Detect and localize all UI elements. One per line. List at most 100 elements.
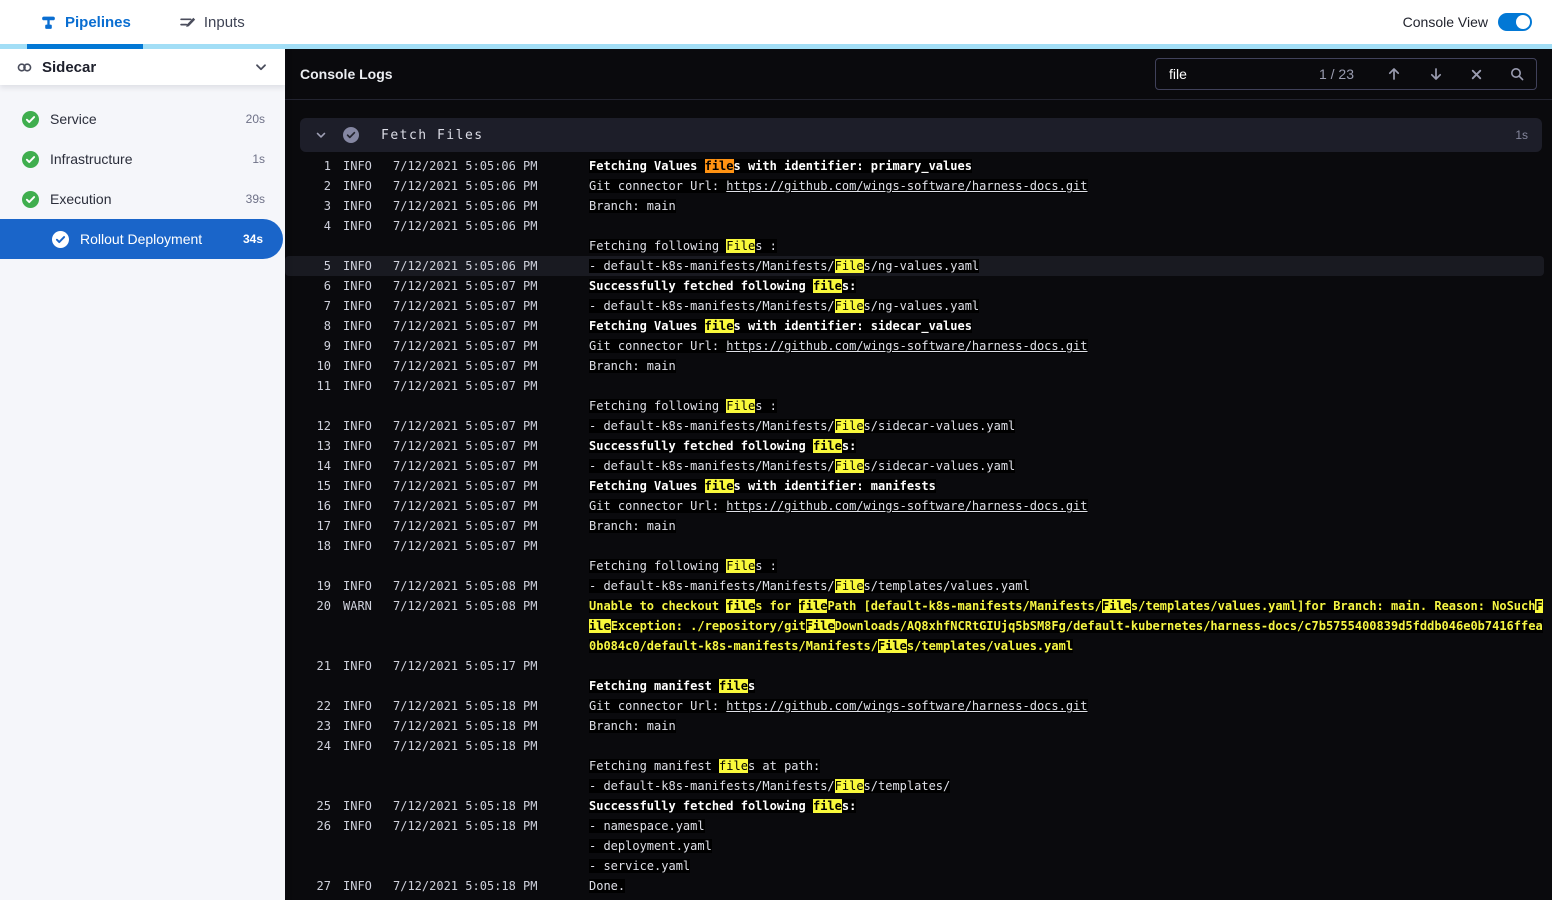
log-line-number: 6 [323, 279, 331, 293]
log-timestamp: 7/12/2021 5:05:07 PM [393, 519, 538, 533]
log-timestamp [393, 396, 577, 416]
log-text: Done. [589, 879, 626, 893]
log-line-number: 16 [316, 499, 331, 513]
log-row[interactable]: 22 INFO 7/12/2021 5:05:18 PM Git connector … [285, 696, 1544, 716]
log-line-number: 26 [316, 819, 331, 833]
log-row[interactable]: 27 INFO 7/12/2021 5:05:18 PM Done. [285, 876, 1544, 896]
collapse-chevron-icon[interactable] [314, 128, 328, 142]
log-row[interactable]: 14 INFO 7/12/2021 5:05:07 PM - default-k8s-… [285, 456, 1544, 476]
log-text: Branch: main [589, 359, 676, 373]
log-row[interactable]: Fetching following Files : [285, 556, 1544, 576]
log-message: Fetching Values files with identifier: m… [589, 476, 1544, 496]
log-text: Successfully fetched following [589, 279, 813, 293]
log-level: INFO [343, 379, 372, 393]
log-row[interactable]: 15 INFO 7/12/2021 5:05:07 PM Fetching Value… [285, 476, 1544, 496]
previous-match-icon[interactable] [1386, 66, 1402, 82]
log-row[interactable]: 10 INFO 7/12/2021 5:05:07 PM Branch: main [285, 356, 1544, 376]
log-row[interactable]: 1 INFO 7/12/2021 5:05:06 PM Fetching Values… [285, 156, 1544, 176]
sidebar-item-infrastructure[interactable]: Infrastructure 1s [0, 139, 285, 179]
log-row[interactable]: Fetching following Files : [285, 236, 1544, 256]
log-link[interactable]: https://github.com/wings-software/harnes… [726, 699, 1088, 713]
log-text: Successfully fetched following [589, 799, 813, 813]
log-message: Successfully fetched following files: [589, 436, 1544, 456]
log-message: - default-k8s-manifests/Manifests/Files/… [589, 416, 1544, 436]
chevron-down-icon[interactable] [253, 59, 269, 75]
log-text: - default-k8s-manifests/Manifests/ [589, 259, 835, 273]
log-row[interactable]: 6 INFO 7/12/2021 5:05:07 PM Successfully fe… [285, 276, 1544, 296]
log-row[interactable]: 4 INFO 7/12/2021 5:05:06 PM [285, 216, 1544, 236]
log-level: INFO [343, 819, 372, 833]
log-link[interactable]: https://github.com/wings-software/harnes… [726, 179, 1088, 193]
log-text: Fetching Values [589, 479, 705, 493]
log-row[interactable]: - default-k8s-manifests/Manifests/Files/… [285, 776, 1544, 796]
log-text: - default-k8s-manifests/Manifests/ [589, 419, 835, 433]
log-text: Branch: main [589, 719, 676, 733]
sidebar-item-service[interactable]: Service 20s [0, 99, 285, 139]
search-icon[interactable] [1509, 66, 1525, 82]
sidebar-item-rollout-deployment[interactable]: Rollout Deployment 34s [0, 219, 283, 259]
log-row[interactable]: 16 INFO 7/12/2021 5:05:07 PM Git connector … [285, 496, 1544, 516]
log-row[interactable]: 13 INFO 7/12/2021 5:05:07 PM Successfully f… [285, 436, 1544, 456]
tab-pipelines[interactable]: Pipelines [40, 14, 131, 31]
search-match: File [834, 419, 864, 433]
log-message: Branch: main [589, 516, 1544, 536]
log-row[interactable]: 24 INFO 7/12/2021 5:05:18 PM [285, 736, 1544, 756]
log-text: Fetching Values [589, 159, 705, 173]
status-success-icon [22, 110, 39, 128]
stage-header-sidecar[interactable]: Sidecar [0, 49, 285, 85]
log-row[interactable]: 9 INFO 7/12/2021 5:05:07 PM Git connector U… [285, 336, 1544, 356]
log-row[interactable]: 21 INFO 7/12/2021 5:05:17 PM [285, 656, 1544, 676]
top-navigation: Pipelines Inputs Console View [0, 0, 1552, 44]
log-row[interactable]: Fetching following Files : [285, 396, 1544, 416]
log-level: INFO [343, 279, 372, 293]
console-header: Console Logs 1 / 23 [285, 49, 1552, 100]
log-message: Git connector Url: https://github.com/wi… [589, 336, 1544, 356]
step-success-icon [343, 127, 359, 143]
log-row[interactable]: 25 INFO 7/12/2021 5:05:18 PM Successfully f… [285, 796, 1544, 816]
console-view-toggle[interactable] [1498, 13, 1532, 31]
log-timestamp: 7/12/2021 5:05:07 PM [393, 279, 538, 293]
log-row[interactable]: 5 INFO 7/12/2021 5:05:06 PM - default-k8s-m… [285, 256, 1544, 276]
search-match: File [726, 559, 756, 573]
search-input[interactable] [1167, 65, 1319, 83]
sidebar-item-execution[interactable]: Execution 39s [0, 179, 285, 219]
search-match: File [834, 459, 864, 473]
log-group-fetch-files[interactable]: Fetch Files 1s [300, 118, 1542, 152]
log-row[interactable]: 2 INFO 7/12/2021 5:05:06 PM Git connector U… [285, 176, 1544, 196]
log-row[interactable]: 20 WARN 7/12/2021 5:05:08 PM Unable to chec… [285, 596, 1544, 656]
log-message: Git connector Url: https://github.com/wi… [589, 496, 1544, 516]
log-row[interactable]: Fetching manifest files [285, 676, 1544, 696]
log-row[interactable]: 3 INFO 7/12/2021 5:05:06 PM Branch: main [285, 196, 1544, 216]
log-text: Fetching manifest [589, 679, 720, 693]
log-message [589, 376, 1544, 396]
log-row[interactable]: 7 INFO 7/12/2021 5:05:07 PM - default-k8s-m… [285, 296, 1544, 316]
log-line-number: 15 [316, 479, 331, 493]
log-row[interactable]: 12 INFO 7/12/2021 5:05:07 PM - default-k8s-… [285, 416, 1544, 436]
sidebar-item-duration: 34s [242, 232, 263, 246]
log-timestamp: 7/12/2021 5:05:06 PM [393, 259, 538, 273]
log-row[interactable]: - deployment.yaml [285, 836, 1544, 856]
clear-search-icon[interactable] [1470, 68, 1483, 81]
log-text: s: [841, 279, 857, 293]
next-match-icon[interactable] [1428, 66, 1444, 82]
search-match: File [1102, 599, 1131, 613]
log-link[interactable]: https://github.com/wings-software/harnes… [726, 499, 1088, 513]
search-match: file [812, 799, 842, 813]
log-message: Branch: main [589, 716, 1544, 736]
tab-inputs[interactable]: Inputs [179, 14, 245, 31]
log-row[interactable]: 17 INFO 7/12/2021 5:05:07 PM Branch: main [285, 516, 1544, 536]
log-row[interactable]: 18 INFO 7/12/2021 5:05:07 PM [285, 536, 1544, 556]
log-row[interactable]: 8 INFO 7/12/2021 5:05:07 PM Fetching Values… [285, 316, 1544, 336]
status-success-icon [52, 230, 69, 248]
log-line-number [299, 236, 331, 256]
log-text: s: [841, 799, 857, 813]
log-row[interactable]: 26 INFO 7/12/2021 5:05:18 PM - namespace.ya… [285, 816, 1544, 836]
log-row[interactable]: 23 INFO 7/12/2021 5:05:18 PM Branch: main [285, 716, 1544, 736]
log-row[interactable]: - service.yaml [285, 856, 1544, 876]
log-row[interactable]: 19 INFO 7/12/2021 5:05:08 PM - default-k8s-… [285, 576, 1544, 596]
log-text: s : [755, 399, 777, 413]
log-text: - default-k8s-manifests/Manifests/ [589, 459, 835, 473]
log-link[interactable]: https://github.com/wings-software/harnes… [726, 339, 1088, 353]
log-row[interactable]: 11 INFO 7/12/2021 5:05:07 PM [285, 376, 1544, 396]
log-row[interactable]: Fetching manifest files at path: [285, 756, 1544, 776]
